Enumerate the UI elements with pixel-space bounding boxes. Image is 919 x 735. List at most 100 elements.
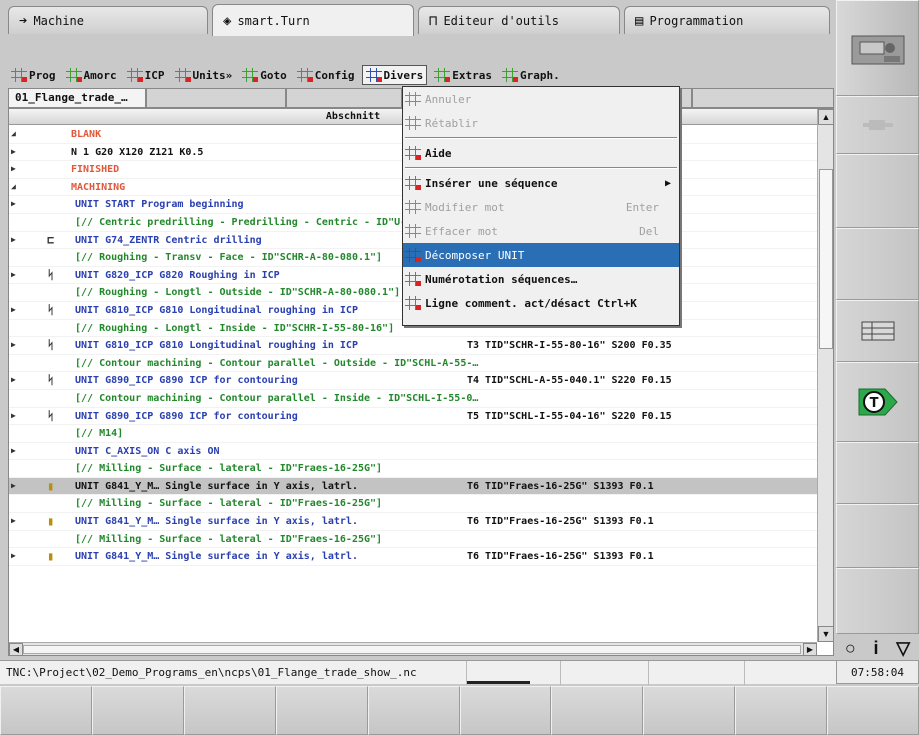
grid-icon (405, 146, 421, 160)
softkey-7[interactable] (551, 686, 644, 735)
tree-arrow-icon[interactable]: ▶ (11, 551, 16, 560)
menu-item-aide[interactable]: Aide (403, 141, 679, 165)
file-tab-empty[interactable] (286, 88, 402, 108)
softkey-empty-3[interactable] (836, 442, 919, 504)
row-tool-info: T6 TID"Fraes-16-25G" S1393 F0.1 (467, 516, 654, 528)
floppy-icon: ▤ (635, 12, 644, 29)
vertical-scrollbar[interactable]: ▲ ▼ (817, 109, 833, 642)
softkey-9[interactable] (735, 686, 828, 735)
row-text: UNIT G74_ZENTR Centric drilling (75, 234, 262, 246)
scroll-track[interactable] (23, 645, 801, 654)
tree-arrow-icon[interactable]: ▶ (11, 481, 16, 490)
softkey-10[interactable] (827, 686, 919, 735)
menu-units[interactable]: Units» (172, 65, 236, 85)
program-row[interactable]: ▶ ▮ UNIT G841_Y_M… Single surface in Y axi… (9, 513, 817, 531)
menu-amorc[interactable]: Amorc (63, 65, 120, 85)
refresh-icon[interactable]: ○ (845, 638, 856, 659)
row-text: UNIT G810_ICP G810 Longitudinal roughing… (75, 340, 358, 352)
menu-graph[interactable]: Graph. (499, 65, 563, 85)
program-row[interactable]: [// M14] (9, 425, 817, 443)
softkey-2[interactable] (91, 686, 184, 735)
tab-label: Editeur d'outils (443, 13, 560, 28)
program-row[interactable]: ▶ ▮ UNIT G841_Y_M… Single surface in Y axi… (9, 477, 817, 496)
file-tab[interactable]: 01_Flange_trade_… (8, 88, 146, 108)
tree-arrow-icon[interactable]: ▶ (11, 235, 16, 244)
tree-arrow-icon[interactable]: ▶ (11, 270, 16, 279)
menu-item-numerotation[interactable]: Numérotation séquences… (403, 267, 679, 291)
menu-goto[interactable]: Goto (239, 65, 290, 85)
softkey-empty-1[interactable] (836, 154, 919, 228)
softkey-empty-5[interactable] (836, 568, 919, 634)
svg-text:T: T (869, 396, 878, 411)
grid-icon (296, 68, 313, 82)
grid-icon (434, 68, 451, 82)
program-row[interactable]: ▶ ᛋ UNIT G890_ICP G890 ICP for contouring T… (9, 408, 817, 426)
tree-arrow-icon[interactable]: ▶ (11, 411, 16, 420)
tool-icon: ᛋ (47, 267, 55, 282)
softkey-empty-4[interactable] (836, 504, 919, 568)
menu-item-decomposer-unit[interactable]: Décomposer UNIT (403, 243, 679, 267)
menu-config[interactable]: Config (294, 65, 358, 85)
file-tab-empty[interactable] (146, 88, 286, 108)
softkey-plug[interactable] (836, 96, 919, 154)
horizontal-scrollbar[interactable]: ◀ ▶ (9, 642, 817, 655)
menu-extras[interactable]: Extras (431, 65, 495, 85)
tree-arrow-icon[interactable]: ▶ (11, 516, 16, 525)
softkey-1[interactable] (0, 686, 92, 735)
menu-item-inserer-sequence[interactable]: Insérer une séquence ▶ (403, 171, 679, 195)
softkey-machine-view[interactable] (836, 0, 919, 96)
scroll-right-icon[interactable]: ▶ (803, 643, 817, 655)
row-text: [// Milling - Surface - lateral - ID"Fra… (75, 498, 383, 510)
softkey-5[interactable] (367, 686, 460, 735)
expand-arrow-icon[interactable]: ▶ (11, 164, 16, 173)
program-row[interactable]: ▶ ▮ UNIT G841_Y_M… Single surface in Y axi… (9, 548, 817, 566)
scroll-left-icon[interactable]: ◀ (9, 643, 23, 655)
softkey-8[interactable] (643, 686, 736, 735)
scroll-down-icon[interactable]: ▼ (818, 626, 833, 642)
program-row[interactable]: [// Contour machining - Contour parallel… (9, 355, 817, 373)
program-row[interactable]: [// Contour machining - Contour parallel… (9, 390, 817, 408)
scroll-thumb[interactable] (819, 169, 833, 349)
tree-arrow-icon[interactable]: ▶ (11, 446, 16, 455)
softkey-empty-2[interactable] (836, 228, 919, 300)
menu-item-annuler[interactable]: Annuler (403, 87, 679, 111)
file-tab-empty[interactable] (692, 88, 834, 108)
softkey-3[interactable] (183, 686, 276, 735)
menu-item-effacer-mot[interactable]: Effacer mot Del (403, 219, 679, 243)
softkey-6[interactable] (459, 686, 552, 735)
program-row[interactable]: [// Milling - Surface - lateral - ID"Fra… (9, 531, 817, 549)
tree-arrow-icon[interactable]: ▶ (11, 305, 16, 314)
triangle-down-icon[interactable]: ▽ (896, 638, 910, 659)
scroll-up-icon[interactable]: ▲ (818, 109, 833, 125)
tree-arrow-icon[interactable]: ▶ (11, 375, 16, 384)
program-row[interactable]: [// Milling - Surface - lateral - ID"Fra… (9, 460, 817, 478)
menu-prog[interactable]: Prog (8, 65, 59, 85)
tab-programmation[interactable]: ▤ Programmation (624, 6, 830, 34)
tab-editeur-outils[interactable]: ⊓ Editeur d'outils (418, 6, 620, 34)
menu-item-modifier-mot[interactable]: Modifier mot Enter (403, 195, 679, 219)
grid-icon (65, 68, 82, 82)
program-row[interactable]: ▶ ᛋ UNIT G890_ICP G890 ICP for contouring T… (9, 372, 817, 390)
program-row[interactable]: [// Milling - Surface - lateral - ID"Fra… (9, 495, 817, 514)
shortcut-label: Del (639, 224, 659, 238)
program-row[interactable]: ▶ ᛋ UNIT G810_ICP G810 Longitudinal roughi… (9, 337, 817, 355)
info-icon[interactable]: i (874, 638, 879, 659)
tab-machine[interactable]: ➔ Machine (8, 6, 208, 34)
tree-arrow-icon[interactable]: ▶ (11, 199, 16, 208)
tab-smart-turn[interactable]: ◈ smart.Turn (212, 4, 414, 36)
tree-arrow-icon[interactable]: ◢ (11, 129, 16, 138)
program-row[interactable]: ▶ UNIT C_AXIS_ON C axis ON (9, 443, 817, 461)
tool-icon: ᛋ (47, 338, 55, 353)
submenu-arrow-icon: ▶ (664, 177, 671, 189)
menu-item-retablir[interactable]: Rétablir (403, 111, 679, 135)
softkey-4[interactable] (275, 686, 368, 735)
softkey-tool-list[interactable] (836, 300, 919, 362)
softkey-tool-t[interactable]: T (836, 362, 919, 442)
menu-divers[interactable]: Divers (361, 65, 428, 85)
tree-arrow-icon[interactable]: ▶ (11, 147, 16, 156)
status-divider (466, 661, 467, 685)
tree-arrow-icon[interactable]: ▶ (11, 340, 16, 349)
menu-item-ligne-comment[interactable]: Ligne comment. act/désact Ctrl+K (403, 291, 679, 315)
menu-icp[interactable]: ICP (124, 65, 168, 85)
tree-arrow-icon[interactable]: ◢ (11, 182, 16, 191)
